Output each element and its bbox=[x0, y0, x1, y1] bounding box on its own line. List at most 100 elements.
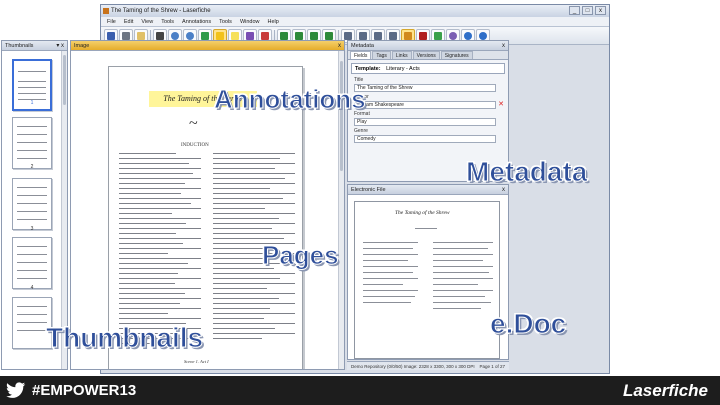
next-page-icon bbox=[310, 31, 318, 40]
tab-versions[interactable]: Versions bbox=[412, 51, 440, 59]
title-field[interactable]: The Taming of the Shrew bbox=[354, 84, 496, 92]
window-controls: _ □ x bbox=[569, 6, 606, 15]
tag-icon bbox=[434, 31, 442, 40]
menu-window[interactable]: Window bbox=[240, 17, 260, 26]
edoc-text-line bbox=[363, 248, 413, 249]
rotate-icon bbox=[201, 31, 209, 40]
text-line bbox=[119, 163, 189, 164]
edoc-text-line bbox=[433, 248, 488, 249]
app-icon bbox=[103, 8, 109, 14]
tab-fields[interactable]: Fields bbox=[350, 51, 372, 59]
metadata-panel-header: Metadata x bbox=[348, 41, 508, 51]
text-line bbox=[213, 208, 266, 209]
thumbnail-line bbox=[17, 254, 47, 255]
text-line bbox=[213, 158, 281, 159]
text-line bbox=[213, 198, 283, 199]
text-line bbox=[213, 278, 281, 279]
menu-tools-2[interactable]: Tools bbox=[219, 17, 232, 26]
section-heading: INDUCTION bbox=[181, 143, 209, 148]
thumbnail-line bbox=[17, 142, 47, 143]
genre-field[interactable]: Comedy bbox=[354, 135, 496, 143]
zoom-in-icon bbox=[171, 31, 179, 40]
page-thumbnail-4[interactable] bbox=[12, 237, 52, 289]
template-label: Template: bbox=[355, 66, 381, 72]
menu-tools[interactable]: Tools bbox=[161, 17, 174, 26]
text-line bbox=[119, 263, 188, 264]
page-thumbnail-3[interactable] bbox=[12, 178, 52, 230]
text-line bbox=[213, 188, 271, 189]
first-page-icon bbox=[280, 31, 288, 40]
text-line bbox=[119, 178, 201, 179]
maximize-button[interactable]: □ bbox=[582, 6, 593, 15]
thumbnail-page-number: 3 bbox=[30, 226, 34, 232]
status-bar: Demo Repository (0/0/50) Image: 2328 x 3… bbox=[347, 361, 509, 370]
text-line bbox=[119, 158, 201, 159]
metadata-panel-title: Metadata bbox=[351, 43, 374, 49]
highlighter-icon bbox=[216, 31, 224, 40]
text-icon bbox=[389, 31, 397, 40]
envelope-icon bbox=[137, 31, 145, 40]
text-line bbox=[213, 228, 273, 229]
menu-annotations[interactable]: Annotations bbox=[182, 17, 211, 26]
status-image-info: Image: 2328 x 3300, 300 x 300 DPI bbox=[403, 364, 475, 369]
metadata-panel-close-icon[interactable]: x bbox=[502, 41, 505, 51]
template-value: Literary - Acts bbox=[386, 66, 420, 72]
thumbnails-panel-close-icon[interactable]: ▾ x bbox=[56, 41, 64, 51]
annotation-icon bbox=[404, 31, 412, 40]
edoc-text-line bbox=[433, 272, 489, 273]
tab-links[interactable]: Links bbox=[391, 51, 412, 59]
text-line bbox=[213, 163, 295, 164]
edoc-text-line bbox=[363, 260, 408, 261]
text-line bbox=[213, 323, 295, 324]
author-field[interactable]: William Shakespeare ✕ bbox=[354, 101, 504, 109]
text-line bbox=[213, 318, 264, 319]
scrollbar-thumb[interactable] bbox=[63, 55, 66, 105]
text-line bbox=[119, 308, 201, 309]
tab-tags[interactable]: Tags bbox=[372, 51, 391, 59]
menu-file[interactable]: File bbox=[107, 17, 116, 26]
text-line bbox=[213, 183, 295, 184]
menu-view[interactable]: View bbox=[141, 17, 153, 26]
title-bar: The Taming of the Shrew - Laserfiche _ □… bbox=[101, 5, 609, 17]
thumbnail-page-number: 2 bbox=[30, 164, 34, 170]
image-panel-close-icon[interactable]: x bbox=[338, 41, 341, 51]
text-line bbox=[119, 213, 173, 214]
text-line bbox=[119, 258, 201, 259]
text-line bbox=[119, 318, 201, 319]
text-line bbox=[119, 268, 201, 269]
text-line bbox=[119, 198, 201, 199]
minimize-button[interactable]: _ bbox=[569, 6, 580, 15]
zoom-out-icon bbox=[186, 31, 194, 40]
text-line bbox=[119, 228, 201, 229]
redact-icon bbox=[419, 31, 427, 40]
menu-edit[interactable]: Edit bbox=[124, 17, 133, 26]
text-line bbox=[213, 213, 295, 214]
text-line bbox=[213, 288, 268, 289]
thumbnail-line bbox=[17, 219, 47, 220]
close-button[interactable]: x bbox=[595, 6, 606, 15]
text-line bbox=[119, 278, 201, 279]
tab-signatures[interactable]: Signatures bbox=[440, 51, 473, 59]
edoc-text-line bbox=[433, 278, 493, 279]
twitter-bird-icon bbox=[6, 382, 26, 398]
electronic-document-preview[interactable]: The Taming of the Shrew bbox=[354, 201, 500, 359]
text-line bbox=[213, 283, 295, 284]
text-line bbox=[213, 233, 295, 234]
menu-help[interactable]: Help bbox=[268, 17, 279, 26]
text-line bbox=[119, 203, 192, 204]
text-line bbox=[213, 153, 295, 154]
clear-author-icon[interactable]: ✕ bbox=[498, 101, 504, 108]
format-field[interactable]: Play bbox=[354, 118, 496, 126]
text-line bbox=[213, 173, 295, 174]
scrollbar-thumb[interactable] bbox=[340, 61, 343, 171]
template-selector[interactable]: Template: Literary - Acts bbox=[351, 63, 505, 74]
edoc-text-line bbox=[433, 242, 493, 243]
text-column-left bbox=[119, 153, 201, 348]
text-line bbox=[119, 193, 181, 194]
text-line bbox=[213, 238, 284, 239]
page-thumbnail-2[interactable] bbox=[12, 117, 52, 169]
text-line bbox=[213, 303, 295, 304]
thumbnail-line bbox=[18, 81, 46, 82]
thumbnail-line bbox=[18, 87, 46, 88]
single-page-icon bbox=[344, 31, 352, 40]
